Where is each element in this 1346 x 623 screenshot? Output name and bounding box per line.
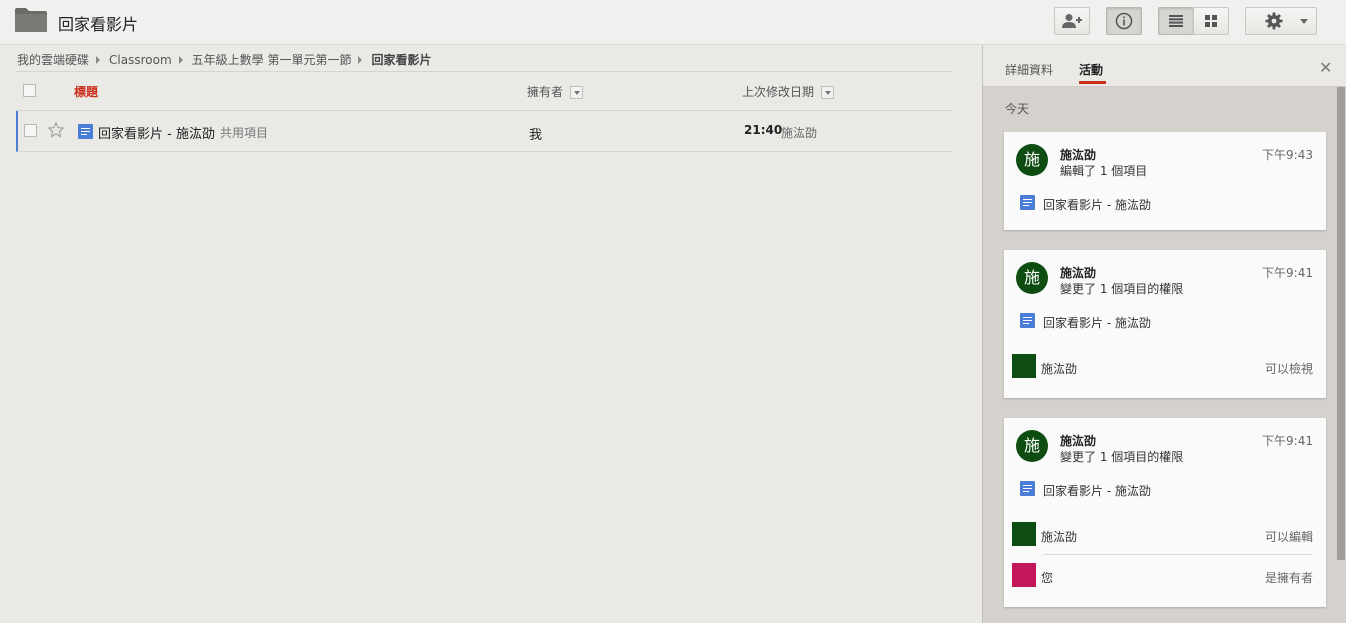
activity-user: 施汯劭 [1060,148,1097,162]
avatar: 施 [1016,144,1048,176]
activity-file-link[interactable]: 回家看影片 - 施汯劭 [1043,482,1151,499]
avatar: 施 [1016,430,1048,462]
day-label: 今天 [1005,102,1030,116]
add-person-icon [1062,14,1082,28]
gear-icon [1265,12,1283,30]
google-doc-icon [1020,195,1035,210]
tab-activity[interactable]: 活動 [1079,61,1103,78]
breadcrumb-item-course[interactable]: 五年級上數學 第一單元第一節 [192,51,352,68]
activity-card: 施 施汯劭 變更了 1 個項目的權限 下午9:41 回家看影片 - 施汯劭 施汯… [1004,418,1326,607]
activity-file-link[interactable]: 回家看影片 - 施汯劭 [1043,314,1151,331]
table-row[interactable]: 回家看影片 - 施汯劭 共用項目 我 21:40 施汯劭 [16,111,952,152]
column-owner[interactable]: 擁有者 [527,83,563,100]
user-color-square [1012,522,1036,546]
select-all-checkbox[interactable] [23,84,36,97]
top-bar: 回家看影片 [0,0,1346,45]
activity-panel: 詳細資料 活動 ✕ 今天 施 施汯劭 編輯了 1 個項目 下午9:43 回家看影… [982,45,1346,623]
activity-card: 施 施汯劭 變更了 1 個項目的權限 下午9:41 回家看影片 - 施汯劭 施汯… [1004,250,1326,398]
breadcrumb-separator-icon [358,55,363,64]
grid-view-button[interactable] [1193,7,1229,35]
user-color-square [1012,354,1036,378]
activity-card: 施 施汯劭 編輯了 1 個項目 下午9:43 回家看影片 - 施汯劭 [1004,132,1326,230]
column-title[interactable]: 標題 [74,83,98,100]
row-checkbox[interactable] [24,124,37,137]
details-button[interactable] [1106,7,1142,35]
grid-view-icon [1205,15,1217,27]
shared-label: 共用項目 [220,126,269,140]
modified-time: 21:40 [744,123,783,137]
close-icon[interactable]: ✕ [1319,58,1332,77]
avatar: 施 [1016,262,1048,294]
list-view-icon [1169,15,1183,27]
permission-user: 施汯劭 [1041,530,1078,544]
activity-file-link[interactable]: 回家看影片 - 施汯劭 [1043,196,1151,213]
list-view-button[interactable] [1158,7,1194,35]
divider [1043,554,1313,555]
breadcrumb-item-my-drive[interactable]: 我的雲端硬碟 [17,51,89,68]
breadcrumb-separator-icon [178,55,183,64]
permission-role: 可以編輯 [1264,530,1313,544]
user-color-square [1012,563,1036,587]
column-modified[interactable]: 上次修改日期 [742,83,814,100]
list-header: 標題 擁有者 上次修改日期 [16,71,952,111]
breadcrumb-item-classroom[interactable]: Classroom [109,53,172,67]
star-icon[interactable] [48,122,64,138]
scrollbar[interactable] [1337,87,1345,560]
google-doc-icon [78,124,93,139]
activity-action: 編輯了 1 個項目 [1060,164,1148,178]
permission-user: 您 [1041,571,1054,585]
folder-title: 回家看影片 [58,15,139,34]
active-tab-indicator [1079,81,1106,84]
activity-action: 變更了 1 個項目的權限 [1060,450,1184,464]
chevron-down-icon [1300,19,1308,24]
permission-role: 是擁有者 [1264,571,1313,585]
activity-action: 變更了 1 個項目的權限 [1060,282,1184,296]
breadcrumb: 我的雲端硬碟 Classroom 五年級上數學 第一單元第一節 回家看影片 [17,51,431,68]
add-people-button[interactable] [1054,7,1090,35]
permission-user: 施汯劭 [1041,362,1078,376]
modified-by: 施汯劭 [781,126,818,140]
file-title[interactable]: 回家看影片 - 施汯劭 [98,123,215,142]
activity-user: 施汯劭 [1060,434,1097,448]
google-doc-icon [1020,313,1035,328]
file-owner: 我 [529,128,543,143]
panel-tabs: 詳細資料 活動 ✕ [983,45,1346,87]
google-doc-icon [1020,481,1035,496]
settings-button[interactable] [1245,7,1317,35]
tab-details[interactable]: 詳細資料 [1005,61,1053,78]
activity-time: 下午9:43 [1262,148,1313,162]
breadcrumb-current: 回家看影片 [371,53,432,67]
activity-user: 施汯劭 [1060,266,1097,280]
activity-time: 下午9:41 [1262,266,1313,280]
activity-time: 下午9:41 [1262,434,1313,448]
permission-role: 可以檢視 [1264,362,1313,376]
folder-icon [15,8,47,32]
file-list-area: 我的雲端硬碟 Classroom 五年級上數學 第一單元第一節 回家看影片 標題… [0,45,982,623]
info-icon [1115,12,1133,30]
breadcrumb-separator-icon [96,55,101,64]
owner-sort-dropdown[interactable] [570,86,583,99]
modified-sort-dropdown[interactable] [821,86,834,99]
